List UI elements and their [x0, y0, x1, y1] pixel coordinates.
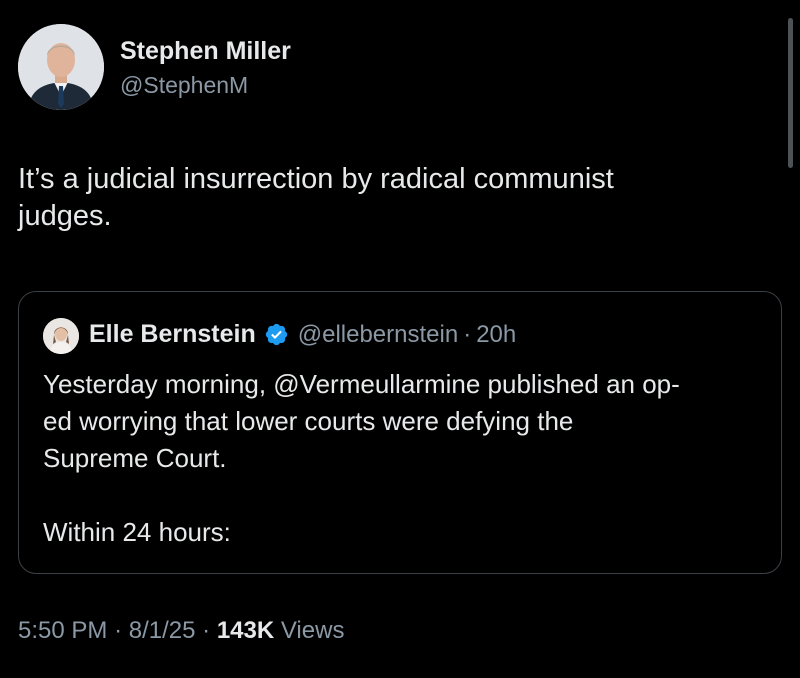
quoted-author-handle[interactable]: @ellebernstein [298, 321, 458, 349]
separator-dot: · [202, 617, 211, 644]
tweet-date[interactable]: 8/1/25 [129, 617, 196, 644]
tweet-meta: 5:50 PM · 8/1/25 · 143K Views [18, 617, 344, 645]
quoted-author-avatar[interactable] [43, 318, 79, 354]
quoted-tweet-text: Yesterday morning, @Vermeullarmine publi… [43, 366, 763, 477]
author-handle[interactable]: @StephenM [120, 72, 248, 99]
separator-dot: · [463, 320, 472, 348]
tweet-text: It’s a judicial insurrection by radical … [18, 161, 738, 235]
tweet-text-line: judges. [18, 200, 112, 232]
author-name[interactable]: Stephen Miller [120, 37, 291, 66]
quoted-text-line: Within 24 hours: [43, 517, 231, 547]
separator-dot: · [114, 617, 123, 644]
quoted-tweet-time[interactable]: 20h [476, 321, 516, 349]
views-label: Views [280, 617, 345, 644]
quoted-text-line: Supreme Court. [43, 443, 227, 473]
quoted-text-line: Yesterday morning, @Vermeullarmine publi… [43, 369, 680, 399]
verified-badge-icon [264, 322, 289, 347]
tweet-detail-view: Stephen Miller @StephenM It’s a judicial… [0, 0, 800, 678]
scrollbar[interactable] [788, 18, 793, 168]
author-avatar[interactable] [18, 24, 104, 110]
quoted-author-name[interactable]: Elle Bernstein [89, 320, 256, 349]
quoted-tweet-card[interactable]: Elle Bernstein @ellebernstein · 20h Yest… [18, 291, 782, 574]
quoted-text-line: ed worrying that lower courts were defyi… [43, 406, 574, 436]
quoted-tweet-header: Elle Bernstein @ellebernstein · 20h [89, 320, 516, 349]
tweet-text-line: It’s a judicial insurrection by radical … [18, 163, 614, 195]
tweet-timestamp[interactable]: 5:50 PM [18, 617, 107, 644]
views-count[interactable]: 143K [217, 617, 274, 644]
